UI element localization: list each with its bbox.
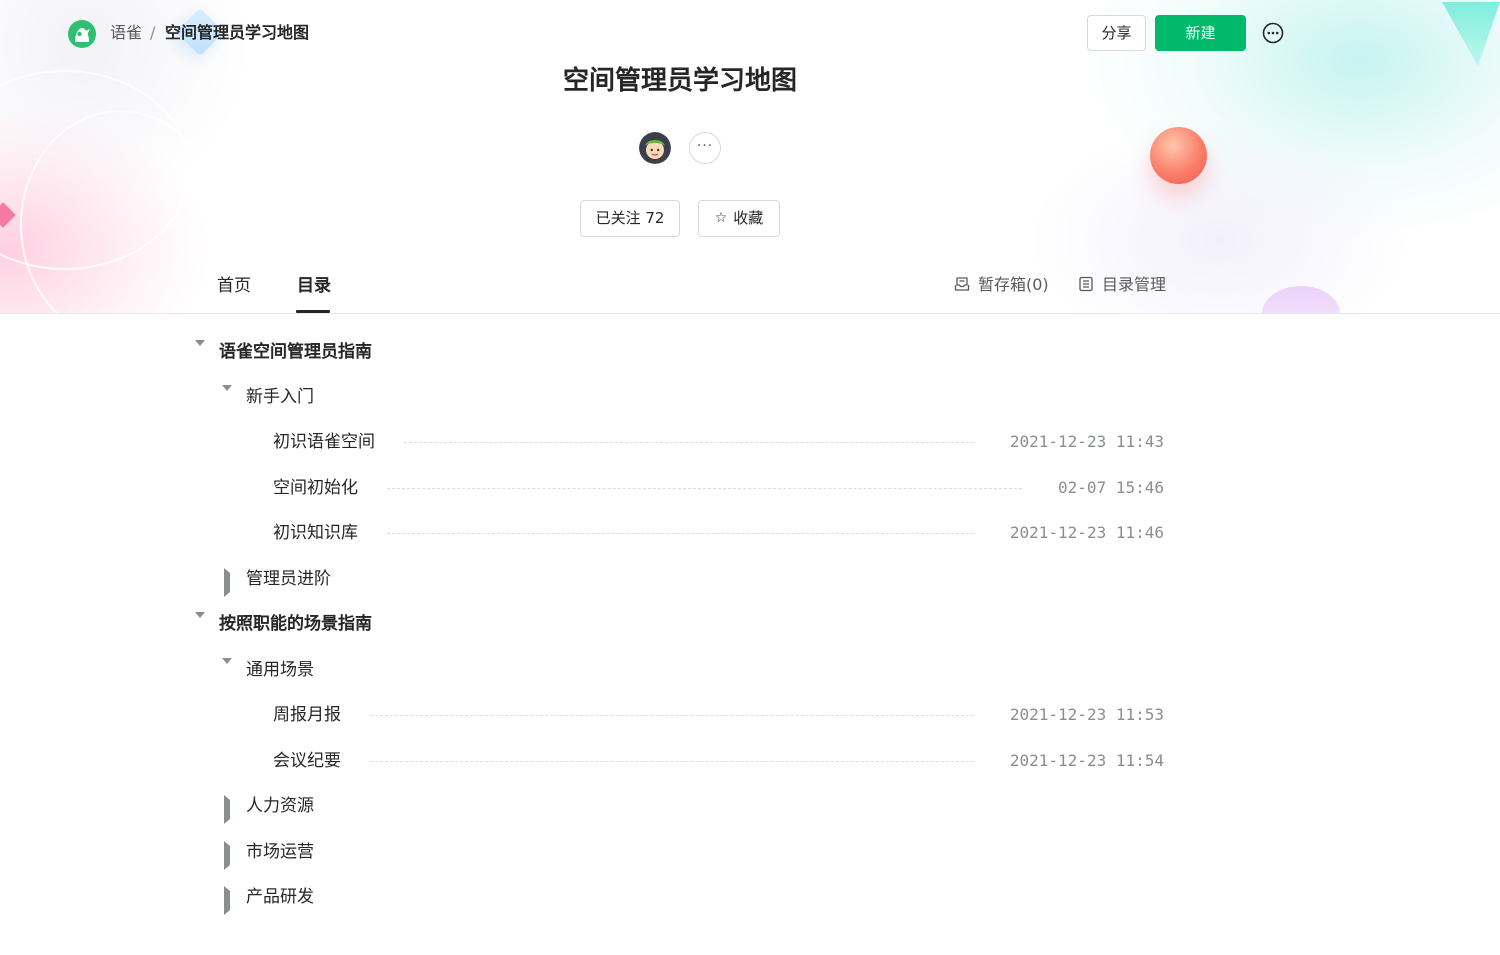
- top-bar: 语雀 / 空间管理员学习地图 分享 新建: [0, 0, 1500, 64]
- toc-doc-title[interactable]: 周报月报: [273, 703, 341, 727]
- toc-section-title[interactable]: 通用场景: [246, 658, 314, 682]
- new-button[interactable]: 新建: [1155, 15, 1246, 51]
- inbox-icon: [954, 276, 970, 292]
- caret-down-icon[interactable]: [195, 340, 207, 365]
- follow-button[interactable]: 已关注 72: [580, 200, 680, 237]
- toc-leader: [387, 533, 974, 534]
- toc-doc-title[interactable]: 初识语雀空间: [273, 430, 375, 454]
- tab-toc[interactable]: 目录: [297, 274, 331, 298]
- caret-down-icon[interactable]: [222, 385, 234, 410]
- toc-section-title[interactable]: 人力资源: [246, 794, 314, 818]
- toc-doc-title[interactable]: 空间初始化: [273, 476, 358, 500]
- toc-group[interactable]: 按照职能的场景指南: [0, 606, 1500, 642]
- book-title: 空间管理员学习地图: [562, 66, 797, 96]
- star-icon: ☆: [714, 210, 728, 226]
- star-button[interactable]: ☆ 收藏: [698, 200, 780, 237]
- toc-doc-date: 2021-12-23 11:46: [1009, 523, 1164, 542]
- caret-down-icon[interactable]: [222, 658, 234, 683]
- toc-group-title[interactable]: 按照职能的场景指南: [219, 612, 372, 636]
- members-more-button[interactable]: ···: [689, 132, 721, 164]
- caret-right-icon[interactable]: [222, 841, 234, 870]
- toc-doc[interactable]: 周报月报 2021-12-23 11:53: [0, 697, 1500, 733]
- toc-doc-date: 02-07 15:46: [1058, 478, 1164, 497]
- share-button[interactable]: 分享: [1087, 15, 1146, 51]
- tab-divider: [0, 313, 1500, 314]
- toc-doc-title[interactable]: 初识知识库: [273, 521, 358, 545]
- drafts-label: 暂存箱(0): [978, 275, 1049, 294]
- toc-doc-date: 2021-12-23 11:54: [1009, 751, 1164, 770]
- yuque-logo-icon[interactable]: [67, 19, 97, 49]
- avatar[interactable]: [639, 132, 671, 164]
- toc-doc-date: 2021-12-23 11:43: [1009, 432, 1164, 451]
- toc-doc-title[interactable]: 会议纪要: [273, 749, 341, 773]
- caret-right-icon[interactable]: [222, 568, 234, 597]
- toc-leader: [370, 715, 974, 716]
- toc-section[interactable]: 管理员进阶: [0, 561, 1500, 597]
- toc-leader: [370, 761, 974, 762]
- toc-group[interactable]: 语雀空间管理员指南: [0, 334, 1500, 370]
- toc-doc[interactable]: 会议纪要 2021-12-23 11:54: [0, 743, 1500, 779]
- star-button-label: 收藏: [733, 209, 764, 227]
- toc-section-title[interactable]: 新手入门: [246, 385, 314, 409]
- ellipsis-circle-icon[interactable]: [1262, 22, 1284, 44]
- toc-doc[interactable]: 初识知识库 2021-12-23 11:46: [0, 515, 1500, 551]
- toc-group-title[interactable]: 语雀空间管理员指南: [219, 340, 372, 364]
- breadcrumb-home[interactable]: 语雀: [110, 21, 142, 45]
- toc-section[interactable]: 新手入门: [0, 379, 1500, 415]
- toc-leader: [387, 488, 1022, 489]
- toc-section-title[interactable]: 市场运营: [246, 840, 314, 864]
- toc-section[interactable]: 人力资源: [0, 788, 1500, 824]
- list-icon: [1078, 276, 1094, 292]
- toc-doc[interactable]: 初识语雀空间 2021-12-23 11:43: [0, 424, 1500, 460]
- toc-section[interactable]: 市场运营: [0, 834, 1500, 870]
- tab-home[interactable]: 首页: [217, 274, 251, 298]
- toc-section[interactable]: 通用场景: [0, 652, 1500, 688]
- toc-manage-button[interactable]: 目录管理: [1078, 274, 1166, 296]
- toc-manage-label: 目录管理: [1102, 275, 1167, 294]
- breadcrumb-current[interactable]: 空间管理员学习地图: [165, 21, 309, 45]
- toc-doc-date: 2021-12-23 11:53: [1009, 705, 1164, 724]
- breadcrumb-separator: /: [150, 23, 156, 42]
- caret-right-icon[interactable]: [222, 886, 234, 915]
- toc-section[interactable]: 产品研发: [0, 879, 1500, 915]
- toc-doc[interactable]: 空间初始化 02-07 15:46: [0, 470, 1500, 506]
- decor-orange-orb: [1150, 127, 1207, 184]
- caret-down-icon[interactable]: [195, 612, 207, 637]
- toc-section-title[interactable]: 管理员进阶: [246, 567, 331, 591]
- page: 语雀 / 空间管理员学习地图 分享 新建 空间管理员学习地图 ··· 已关注 7…: [0, 0, 1500, 955]
- drafts-button[interactable]: 暂存箱(0): [954, 274, 1049, 296]
- toc-section-title[interactable]: 产品研发: [246, 885, 314, 909]
- caret-right-icon[interactable]: [222, 795, 234, 824]
- toc-leader: [404, 442, 974, 443]
